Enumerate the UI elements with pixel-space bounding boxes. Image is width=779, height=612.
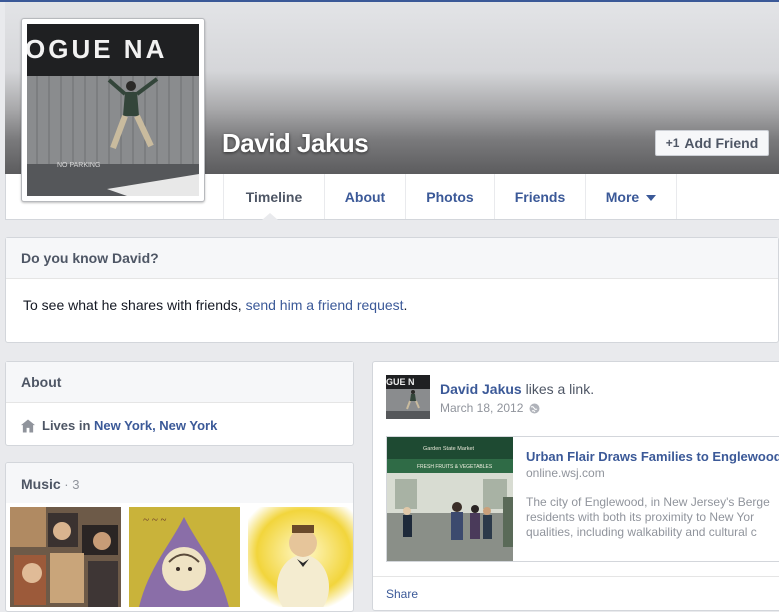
post-date[interactable]: March 18, 2012 [440, 401, 523, 415]
avatar-sign-text: GUE N [386, 377, 415, 387]
album-list: ~ ~ ~ [10, 507, 353, 607]
location-link[interactable]: New York, New York [94, 418, 217, 433]
shared-link-card[interactable]: Garden State Market FRESH FRUITS & VEGET… [386, 436, 779, 562]
tab-more-label: More [605, 188, 640, 205]
shared-link-image[interactable]: Garden State Market FRESH FRUITS & VEGET… [387, 437, 513, 561]
lives-in-label: Lives in [42, 418, 95, 433]
ground-text: NO PARKING [57, 162, 100, 169]
timeline-post: GUE N David Jakus likes a link. March 18… [372, 361, 779, 611]
author-avatar[interactable]: GUE N [386, 375, 430, 419]
lives-in-row: Lives in New York, New York [6, 403, 353, 433]
add-friend-label: Add Friend [684, 135, 759, 151]
music-title: Music [21, 476, 61, 492]
music-card: Music · 3 ~ ~ ~ [5, 462, 354, 612]
svg-text:~ ~ ~: ~ ~ ~ [143, 514, 166, 526]
album-cover[interactable]: ~ ~ ~ [129, 507, 240, 607]
post-meta: March 18, 2012 [440, 401, 540, 415]
shared-link-domain: online.wsj.com [526, 466, 605, 480]
post-header: David Jakus likes a link. [440, 381, 594, 397]
shared-link-description: The city of Englewood, in New Jersey's B… [526, 495, 770, 539]
tab-photos[interactable]: Photos [405, 174, 494, 219]
active-tab-indicator [262, 213, 278, 220]
profile-picture[interactable]: OGUE NA NO PARKING [27, 24, 199, 196]
shared-link-title[interactable]: Urban Flair Draws Families to Englewood [526, 449, 779, 464]
music-count: · 3 [60, 477, 80, 492]
chevron-down-icon [646, 194, 657, 201]
add-friend-icon: +1 [665, 136, 680, 150]
profile-picture-frame[interactable]: OGUE NA NO PARKING [21, 18, 205, 202]
music-card-title: Music · 3 [6, 463, 353, 503]
globe-icon[interactable] [529, 403, 540, 414]
tab-more[interactable]: More [585, 174, 677, 219]
cover-sign-text: OGUE NA [27, 34, 167, 64]
post-divider [373, 576, 779, 577]
profile-name: David Jakus [222, 128, 369, 158]
know-card-body: To see what he shares with friends, send… [6, 279, 778, 313]
know-person-card: Do you know David? To see what he shares… [5, 237, 779, 343]
know-card-title: Do you know David? [6, 238, 778, 279]
album-cover[interactable] [10, 507, 121, 607]
post-author-link[interactable]: David Jakus [440, 381, 522, 397]
tab-friends[interactable]: Friends [494, 174, 585, 219]
add-friend-button[interactable]: +1 Add Friend [655, 130, 769, 156]
know-text-prefix: To see what he shares with friends, [23, 297, 246, 313]
about-card-title: About [6, 362, 353, 403]
share-link[interactable]: Share [386, 587, 418, 601]
tab-about[interactable]: About [324, 174, 405, 219]
post-action: likes a link. [521, 381, 595, 397]
link-image-banner: FRESH FRUITS & VEGETABLES [417, 464, 493, 470]
know-text-suffix: . [403, 297, 408, 313]
friend-request-link[interactable]: send him a friend request [246, 297, 404, 313]
link-image-sign: Garden State Market [423, 446, 475, 452]
album-cover[interactable] [248, 507, 353, 607]
home-icon [21, 418, 35, 433]
about-card: About Lives in New York, New York [5, 361, 354, 446]
